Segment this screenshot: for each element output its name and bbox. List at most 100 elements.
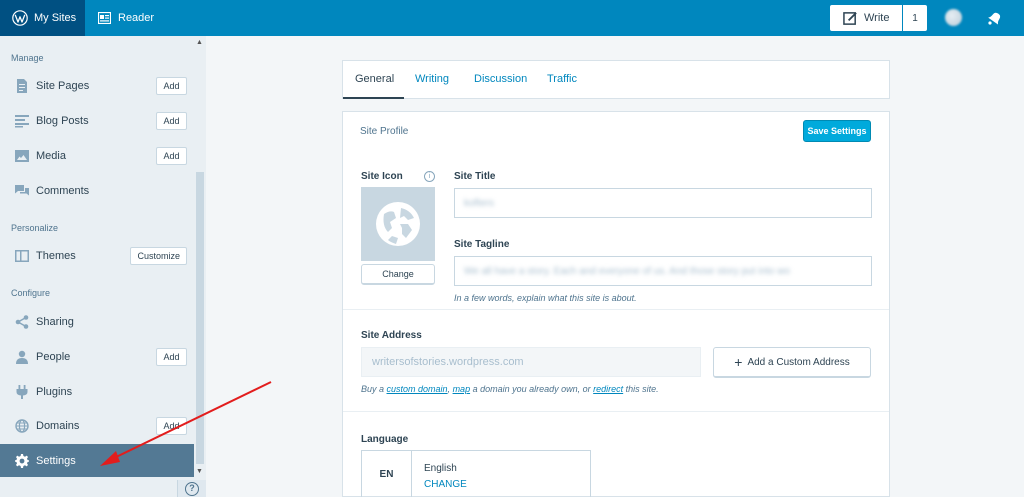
sidebar-item-label: Domains bbox=[36, 420, 80, 432]
site-profile-card: Site Icon i Change Site Title kofters Si… bbox=[342, 150, 890, 497]
gear-icon bbox=[14, 453, 30, 469]
add-post-button[interactable]: Add bbox=[156, 112, 187, 130]
change-language-link[interactable]: CHANGE bbox=[424, 479, 467, 490]
add-media-button[interactable]: Add bbox=[156, 147, 187, 165]
site-tagline-label: Site Tagline bbox=[454, 239, 510, 250]
settings-tabs: General Writing Discussion Traffic bbox=[342, 60, 890, 99]
sidebar-heading-personalize: Personalize bbox=[11, 223, 59, 233]
write-button[interactable]: Write bbox=[830, 5, 902, 31]
hint-text: this site. bbox=[623, 384, 659, 394]
scroll-up-arrow-icon[interactable]: ▲ bbox=[196, 39, 203, 46]
my-sites-label: My Sites bbox=[34, 12, 77, 24]
masterbar: My Sites Reader Write 1 bbox=[0, 0, 1024, 36]
site-profile-header: Site Profile Save Settings bbox=[342, 111, 890, 151]
sidebar-item-label: Plugins bbox=[36, 386, 73, 398]
info-icon[interactable]: i bbox=[424, 171, 435, 182]
avatar[interactable] bbox=[945, 9, 962, 26]
write-label: Write bbox=[864, 12, 890, 24]
address-hint: Buy a custom domain, map a domain you al… bbox=[361, 384, 659, 394]
save-settings-button[interactable]: Save Settings bbox=[803, 120, 871, 142]
divider bbox=[343, 411, 889, 412]
add-custom-address-label: Add a Custom Address bbox=[747, 356, 850, 368]
sidebar-item-label: Themes bbox=[36, 250, 76, 262]
share-icon bbox=[14, 314, 30, 330]
page-icon bbox=[14, 78, 30, 94]
sidebar-heading-manage: Manage bbox=[11, 53, 44, 63]
language-code: EN bbox=[362, 451, 412, 497]
site-address-value: writersofstories.wordpress.com bbox=[372, 356, 524, 368]
site-address-label: Site Address bbox=[361, 330, 422, 341]
divider bbox=[343, 309, 889, 310]
customize-button[interactable]: Customize bbox=[130, 247, 187, 265]
edit-icon bbox=[843, 11, 857, 25]
sidebar-item-settings[interactable]: Settings bbox=[0, 444, 194, 478]
site-tagline-input[interactable]: We all have a story. Each and everyone o… bbox=[454, 256, 872, 286]
plugin-icon bbox=[14, 384, 30, 400]
sidebar-item-label: People bbox=[36, 351, 71, 363]
active-tab-indicator bbox=[343, 97, 404, 99]
map-domain-link[interactable]: map bbox=[453, 384, 471, 394]
section-title: Site Profile bbox=[360, 126, 409, 137]
hint-text: a domain you already own, or bbox=[470, 384, 594, 394]
sidebar-item-label: Comments bbox=[36, 185, 90, 197]
sidebar-item-themes[interactable]: Themes Customize bbox=[0, 240, 194, 272]
scroll-down-arrow-icon[interactable]: ▼ bbox=[196, 468, 203, 475]
sidebar-item-label: Settings bbox=[36, 455, 76, 467]
my-sites-button[interactable]: My Sites bbox=[0, 0, 85, 36]
reader-button[interactable]: Reader bbox=[98, 0, 154, 36]
sidebar-item-label: Site Pages bbox=[36, 80, 90, 92]
reader-label: Reader bbox=[118, 12, 155, 24]
custom-domain-link[interactable]: custom domain bbox=[387, 384, 448, 394]
plus-icon: + bbox=[734, 354, 743, 370]
person-icon bbox=[14, 349, 30, 365]
add-people-button[interactable]: Add bbox=[156, 348, 187, 366]
image-icon bbox=[14, 148, 30, 164]
site-tagline-value: We all have a story. Each and everyone o… bbox=[464, 265, 790, 277]
drafts-count-button[interactable]: 1 bbox=[903, 5, 927, 31]
add-page-button[interactable]: Add bbox=[156, 77, 187, 95]
tab-discussion[interactable]: Discussion bbox=[474, 73, 527, 85]
add-custom-address-button[interactable]: + Add a Custom Address bbox=[713, 347, 871, 378]
sidebar-item-domains[interactable]: Domains Add bbox=[0, 410, 194, 442]
sidebar-heading-configure: Configure bbox=[11, 288, 51, 298]
site-address-input: writersofstories.wordpress.com bbox=[361, 347, 701, 377]
tab-general[interactable]: General bbox=[355, 73, 394, 85]
sidebar-item-people[interactable]: People Add bbox=[0, 341, 194, 373]
redirect-link[interactable]: redirect bbox=[593, 384, 623, 394]
language-label: Language bbox=[361, 434, 409, 445]
sidebar-item-label: Blog Posts bbox=[36, 115, 89, 127]
globe-icon bbox=[14, 418, 30, 434]
reader-icon bbox=[98, 12, 111, 24]
site-title-input[interactable]: kofters bbox=[454, 188, 872, 218]
posts-icon bbox=[14, 113, 30, 129]
language-name: English bbox=[424, 463, 457, 474]
globe-icon bbox=[376, 202, 420, 246]
sidebar-item-media[interactable]: Media Add bbox=[0, 140, 194, 172]
sidebar-footer bbox=[0, 477, 206, 497]
tab-writing[interactable]: Writing bbox=[415, 73, 449, 85]
site-title-label: Site Title bbox=[454, 171, 496, 182]
add-domain-button[interactable]: Add bbox=[156, 417, 187, 435]
tagline-hint: In a few words, explain what this site i… bbox=[454, 293, 637, 303]
sidebar-item-label: Sharing bbox=[36, 316, 74, 328]
themes-icon bbox=[14, 248, 30, 264]
language-picker[interactable]: EN English CHANGE bbox=[361, 450, 591, 497]
hint-text: Buy a bbox=[361, 384, 387, 394]
site-title-value: kofters bbox=[464, 197, 495, 209]
sidebar-item-sharing[interactable]: Sharing bbox=[0, 306, 194, 338]
comments-icon bbox=[14, 183, 30, 199]
sidebar-item-comments[interactable]: Comments bbox=[0, 175, 194, 207]
site-icon-label: Site Icon bbox=[361, 171, 403, 182]
wordpress-logo-icon bbox=[12, 10, 28, 26]
sidebar-item-site-pages[interactable]: Site Pages Add bbox=[0, 70, 194, 102]
sidebar-item-plugins[interactable]: Plugins bbox=[0, 376, 194, 408]
sidebar-item-blog-posts[interactable]: Blog Posts Add bbox=[0, 105, 194, 137]
sidebar-scrollbar-thumb[interactable] bbox=[196, 172, 204, 464]
tab-traffic[interactable]: Traffic bbox=[547, 73, 577, 85]
notifications-bell-icon[interactable] bbox=[986, 10, 1002, 26]
sidebar-item-label: Media bbox=[36, 150, 66, 162]
help-button[interactable]: ? bbox=[177, 480, 206, 497]
help-icon: ? bbox=[185, 481, 199, 496]
site-icon-preview[interactable] bbox=[361, 187, 435, 261]
change-site-icon-button[interactable]: Change bbox=[361, 264, 435, 285]
